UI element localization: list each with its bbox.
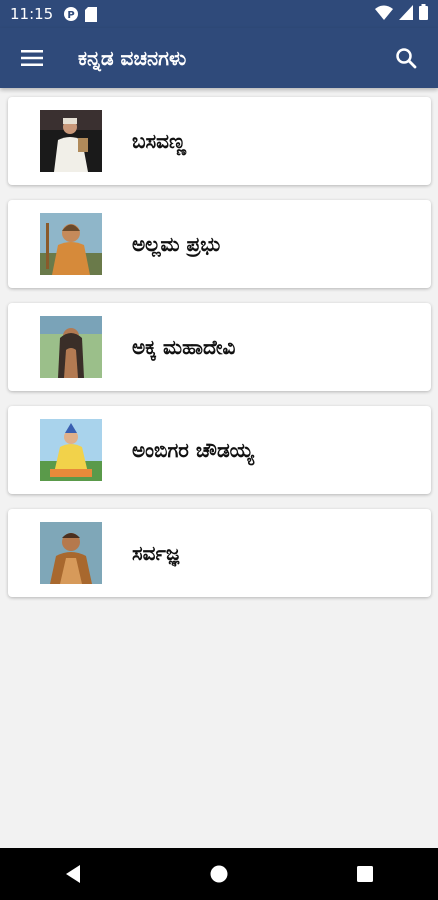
back-icon[interactable] bbox=[49, 850, 97, 898]
list-item-basavanna[interactable]: ಬಸವಣ್ಣ bbox=[8, 97, 431, 185]
akka-mahadevi-portrait bbox=[40, 316, 102, 378]
hamburger-menu-icon[interactable] bbox=[14, 40, 50, 76]
app-title: ಕನ್ನಡ ವಚನಗಳು bbox=[78, 46, 187, 70]
sd-card-icon bbox=[85, 6, 98, 22]
list-item-label: ಅಂಬಿಗರ ಚೌಡಯ್ಯ bbox=[132, 438, 254, 462]
status-bar: 11:15 P bbox=[0, 0, 438, 28]
allama-prabhu-portrait bbox=[40, 213, 102, 275]
app-bar: ಕನ್ನಡ ವಚನಗಳು bbox=[0, 28, 438, 88]
basavanna-portrait bbox=[40, 110, 102, 172]
recents-icon[interactable] bbox=[341, 850, 389, 898]
svg-text:P: P bbox=[68, 10, 75, 21]
battery-icon bbox=[419, 4, 428, 24]
list-item-akka-mahadevi[interactable]: ಅಕ್ಕ ಮಹಾದೇವಿ bbox=[8, 303, 431, 391]
p-notification-icon: P bbox=[63, 6, 79, 22]
list-item-label: ಅಕ್ಕ ಮಹಾದೇವಿ bbox=[132, 335, 236, 359]
list-item-allama-prabhu[interactable]: ಅಲ್ಲಮ ಪ್ರಭು bbox=[8, 200, 431, 288]
list-item-label: ಅಲ್ಲಮ ಪ್ರಭು bbox=[132, 232, 221, 256]
list-item-ambigara-chowdaiah[interactable]: ಅಂಬಿಗರ ಚೌಡಯ್ಯ bbox=[8, 406, 431, 494]
search-icon[interactable] bbox=[388, 40, 424, 76]
wifi-icon bbox=[375, 5, 393, 24]
list-item-sarvajna[interactable]: ಸರ್ವಜ್ಞ bbox=[8, 509, 431, 597]
list-item-label: ಸರ್ವಜ್ಞ bbox=[132, 541, 180, 565]
sarvajna-portrait bbox=[40, 522, 102, 584]
list-item-label: ಬಸವಣ್ಣ bbox=[132, 129, 186, 153]
system-nav-bar bbox=[0, 848, 438, 900]
status-time: 11:15 bbox=[10, 5, 54, 23]
ambigara-chowdaiah-portrait bbox=[40, 419, 102, 481]
signal-icon bbox=[399, 4, 413, 24]
home-icon[interactable] bbox=[195, 850, 243, 898]
